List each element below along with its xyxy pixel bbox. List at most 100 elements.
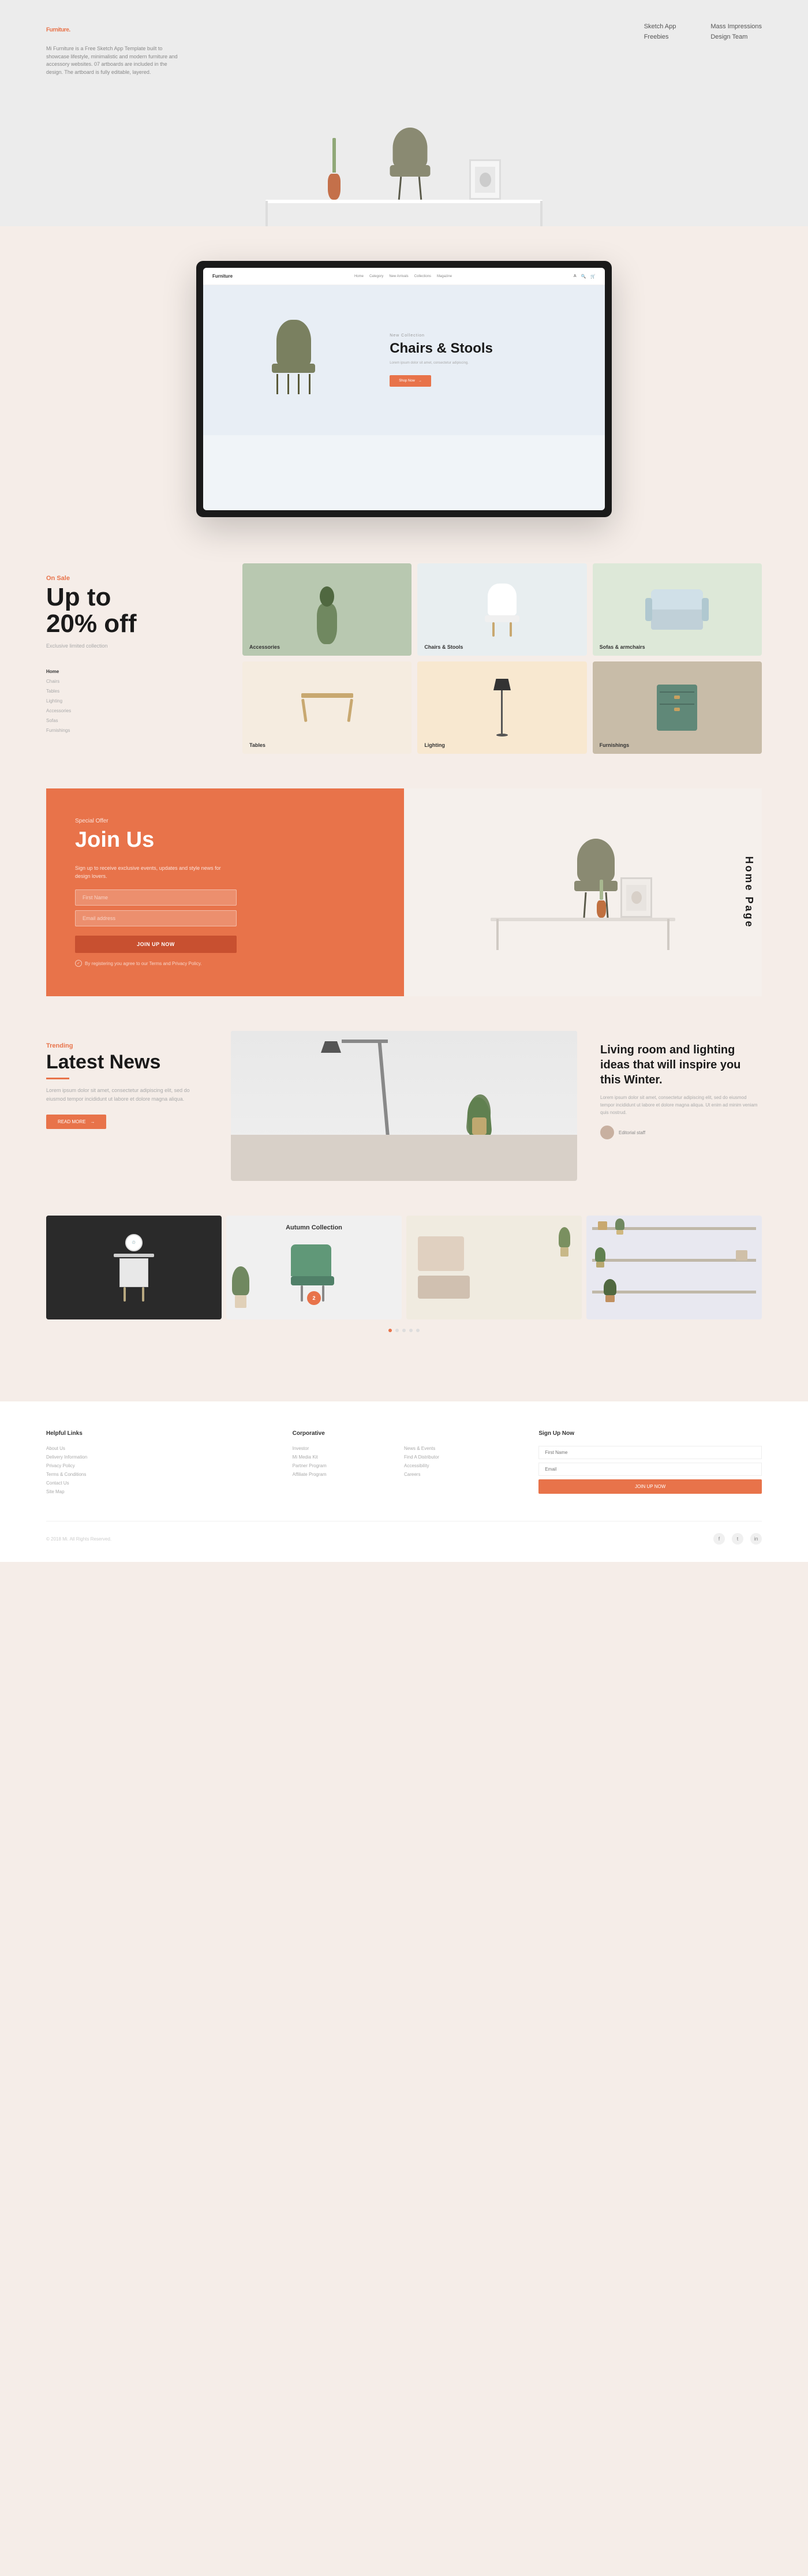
cat-label-tables: Tables <box>249 742 265 748</box>
footer-link-distributor[interactable]: Find A Distributor <box>404 1455 515 1460</box>
sale-sidebar-sofas[interactable]: Sofas <box>46 717 219 724</box>
dot-3[interactable] <box>402 1329 406 1332</box>
footer-link-partner[interactable]: Partner Program <box>293 1463 404 1468</box>
inner-nav-home[interactable]: Home <box>354 275 364 278</box>
nav-freebies[interactable]: Freebies <box>644 33 676 40</box>
news-image <box>231 1031 577 1181</box>
offer-email-input[interactable] <box>75 910 237 926</box>
inner-nav-new-arrivals[interactable]: New Arrivals <box>389 275 408 278</box>
nav-sketch-app[interactable]: Sketch App <box>644 23 676 30</box>
news-read-more-button[interactable]: READ MORE → <box>46 1115 106 1129</box>
autumn-card-img-3 <box>406 1216 582 1319</box>
sale-sidebar-chairs[interactable]: Chairs <box>46 678 219 685</box>
cat-card-sofas[interactable]: Sofas & armchairs <box>593 563 762 656</box>
shelf-item-2 <box>736 1250 747 1261</box>
sale-desc: Exclusive limited collection <box>46 642 219 650</box>
footer-social: f t in <box>713 1533 762 1545</box>
social-twitter-icon[interactable]: t <box>732 1533 743 1545</box>
offer-check-icon: ✓ <box>75 960 82 967</box>
footer-email-input[interactable] <box>538 1463 762 1476</box>
frame-shape <box>480 173 491 187</box>
mini-chair-back <box>276 320 311 366</box>
sale-sidebar-home[interactable]: Home <box>46 668 219 675</box>
footer-name-input[interactable] <box>538 1446 762 1459</box>
news-right-text: Lorem ipsum dolor sit amet, consectetur … <box>600 1094 762 1116</box>
social-linkedin-icon[interactable]: in <box>750 1533 762 1545</box>
footer-link-accessibility[interactable]: Accessibility <box>404 1463 515 1468</box>
footer-link-contact[interactable]: Contact Us <box>46 1480 270 1486</box>
special-offer-section: Special Offer Join Us Sign up to receive… <box>46 788 762 996</box>
sale-left: On Sale Up to 20% off Exclusive limited … <box>46 563 219 754</box>
autumn-card-4[interactable] <box>586 1216 762 1319</box>
sale-sidebar-accessories[interactable]: Accessories <box>46 707 219 715</box>
shelf-plant-1 <box>615 1218 624 1235</box>
footer-col2-title: Corporative <box>293 1430 516 1437</box>
social-facebook-icon[interactable]: f <box>713 1533 725 1545</box>
sale-sidebar-furnishings[interactable]: Furnishings <box>46 727 219 734</box>
hero-section: Furniture. Mi Furniture is a Free Sketch… <box>0 0 808 226</box>
dot-5[interactable] <box>416 1329 420 1332</box>
footer-link-about[interactable]: About Us <box>46 1446 270 1451</box>
chair-white-back <box>488 584 517 615</box>
offer-cta-button[interactable]: JOIN UP NOW <box>75 936 237 953</box>
news-center <box>231 1031 577 1181</box>
sofa-arm-left <box>645 598 652 621</box>
cart-icon[interactable]: 🛒 <box>590 274 596 279</box>
footer-link-media[interactable]: Mi Media Kit <box>293 1455 404 1460</box>
footer-link-privacy[interactable]: Privacy Policy <box>46 1463 270 1468</box>
cat-card-accessories[interactable]: Accessories <box>242 563 412 656</box>
footer-col-2: Corporative Investor Mi Media Kit Partne… <box>293 1430 516 1498</box>
offer-desk-leg-left <box>496 919 499 950</box>
cat-card-tables[interactable]: Tables <box>242 661 412 754</box>
nav-mass-impressions[interactable]: Mass Impressions <box>710 23 762 30</box>
clock-face: 🕐 <box>125 1234 143 1251</box>
arc-lamp-pole <box>377 1040 390 1143</box>
autumn-plant-small-leaf <box>559 1227 570 1247</box>
footer-link-news[interactable]: News & Events <box>404 1446 515 1451</box>
inner-nav-category[interactable]: Category <box>369 275 383 278</box>
sale-sidebar-lighting[interactable]: Lighting <box>46 697 219 705</box>
autumn-card-2[interactable]: Autumn Collection <box>226 1216 402 1319</box>
laptop-mockup: Furniture Home Category New Arrivals Col… <box>196 261 612 517</box>
accent-chair-leg-2 <box>322 1285 324 1302</box>
offer-chair <box>574 839 618 918</box>
footer-link-investor[interactable]: Investor <box>293 1446 404 1451</box>
mini-chair-legs <box>272 374 315 394</box>
drawer-line-2 <box>660 704 694 705</box>
news-tag: Trending <box>46 1042 208 1049</box>
drawer-line-1 <box>660 691 694 693</box>
footer-link-sitemap[interactable]: Site Map <box>46 1489 270 1494</box>
cat-label-accessories: Accessories <box>249 644 280 650</box>
news-excerpt: Lorem ipsum dolor sit amet, consectetur … <box>46 1086 208 1103</box>
inner-nav-magazine[interactable]: Magazine <box>437 275 452 278</box>
chair-white-seat <box>485 615 519 622</box>
inner-hero-cta[interactable]: Shop Now → <box>390 375 431 387</box>
nav-design-team[interactable]: Design Team <box>710 33 762 40</box>
footer-col-1: Helpful Links About Us Delivery Informat… <box>46 1430 270 1498</box>
autumn-card-3[interactable] <box>406 1216 582 1319</box>
lamp-pole <box>501 690 503 734</box>
cat-card-lighting[interactable]: Lighting <box>417 661 586 754</box>
search-icon[interactable]: 🔍 <box>581 274 586 279</box>
cat-card-chairs[interactable]: Chairs & Stools <box>417 563 586 656</box>
sale-sidebar-tables[interactable]: Tables <box>46 687 219 695</box>
cat-card-furnishings[interactable]: Furnishings <box>593 661 762 754</box>
footer-link-terms[interactable]: Terms & Conditions <box>46 1472 270 1477</box>
news-left: Trending Latest News Lorem ipsum dolor s… <box>46 1031 208 1129</box>
arc-lamp-shade <box>321 1041 341 1053</box>
footer-link-delivery[interactable]: Delivery Information <box>46 1455 270 1460</box>
footer-link-affiliate[interactable]: Affiliate Program <box>293 1472 404 1477</box>
footer-link-careers[interactable]: Careers <box>404 1472 515 1477</box>
dot-2[interactable] <box>395 1329 399 1332</box>
inner-nav-collections[interactable]: Collections <box>414 275 431 278</box>
plant-top <box>320 586 334 607</box>
shelf-p1-pot <box>616 1230 623 1235</box>
autumn-card-1[interactable]: 🕐 <box>46 1216 222 1319</box>
dot-1[interactable] <box>388 1329 392 1332</box>
user-icon[interactable]: A <box>574 274 577 279</box>
vase-shape <box>317 604 337 644</box>
cat-label-lighting: Lighting <box>424 742 445 748</box>
footer-signup-button[interactable]: JOIN UP NOW <box>538 1479 762 1494</box>
dot-4[interactable] <box>409 1329 413 1332</box>
offer-name-input[interactable] <box>75 889 237 906</box>
